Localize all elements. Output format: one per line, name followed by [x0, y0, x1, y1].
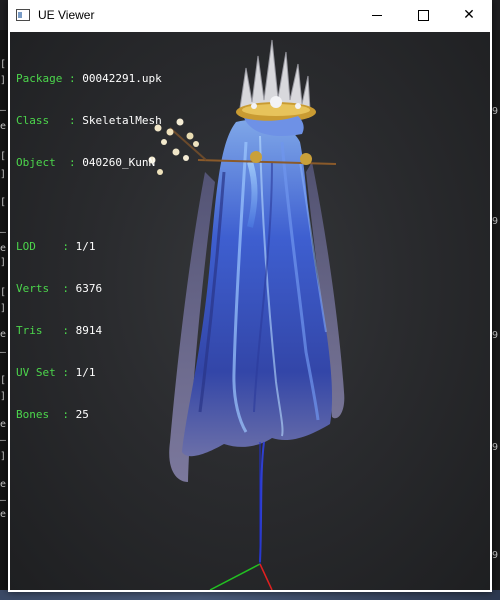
3d-viewport[interactable]: Package : 00042291.upk Class : SkeletalM…	[10, 32, 490, 590]
info-row-bones: Bones : 25	[16, 408, 162, 422]
bg-glyph: 9	[492, 550, 499, 561]
window-controls: ✕	[354, 0, 492, 30]
info-label: LOD :	[16, 240, 76, 253]
bg-glyph: 9	[492, 330, 499, 341]
maximize-icon	[417, 9, 429, 21]
info-row-lod: LOD : 1/1	[16, 240, 162, 254]
bg-glyph: 9	[492, 442, 499, 453]
info-value: 1/1	[75, 240, 96, 253]
close-button[interactable]: ✕	[446, 0, 492, 30]
info-value: 00042291.upk	[82, 72, 162, 85]
info-label: Object :	[16, 156, 83, 169]
app-window-icon[interactable]	[16, 9, 30, 21]
maximize-button[interactable]	[400, 0, 446, 30]
bg-glyph: 9	[492, 106, 499, 117]
info-spacer	[16, 198, 162, 212]
minimize-button[interactable]	[354, 0, 400, 30]
bg-glyph: 9	[492, 216, 499, 227]
info-value: SkeletalMesh	[82, 114, 162, 127]
mesh-info-overlay: Package : 00042291.upk Class : SkeletalM…	[16, 44, 162, 450]
info-row-verts: Verts : 6376	[16, 282, 162, 296]
info-value: 040260_KunN	[82, 156, 156, 169]
window-title: UE Viewer	[38, 8, 95, 22]
info-label: Bones :	[16, 408, 76, 421]
close-icon: ✕	[463, 7, 475, 23]
info-label: UV Set :	[16, 366, 76, 379]
info-row-object: Object : 040260_KunN	[16, 156, 162, 170]
info-label: Tris :	[16, 324, 76, 337]
info-value: 1/1	[75, 366, 96, 379]
info-value: 6376	[75, 282, 103, 295]
info-value: 25	[75, 408, 89, 421]
crown	[236, 39, 316, 137]
info-value: 8914	[75, 324, 103, 337]
info-row-package: Package : 00042291.upk	[16, 72, 162, 86]
info-row-tris: Tris : 8914	[16, 324, 162, 338]
info-label: Class :	[16, 114, 83, 127]
desktop-background-right: 9 9 9 9 9	[491, 30, 500, 600]
info-label: Package :	[16, 72, 83, 85]
minimize-icon	[372, 14, 382, 16]
info-row-class: Class : SkeletalMesh	[16, 114, 162, 128]
info-label: Verts :	[16, 282, 76, 295]
title-bar[interactable]: UE Viewer ✕	[8, 0, 492, 30]
info-row-uvset: UV Set : 1/1	[16, 366, 162, 380]
ue-viewer-window: UE Viewer ✕ Package: 00042291.upk Class…	[8, 0, 492, 592]
